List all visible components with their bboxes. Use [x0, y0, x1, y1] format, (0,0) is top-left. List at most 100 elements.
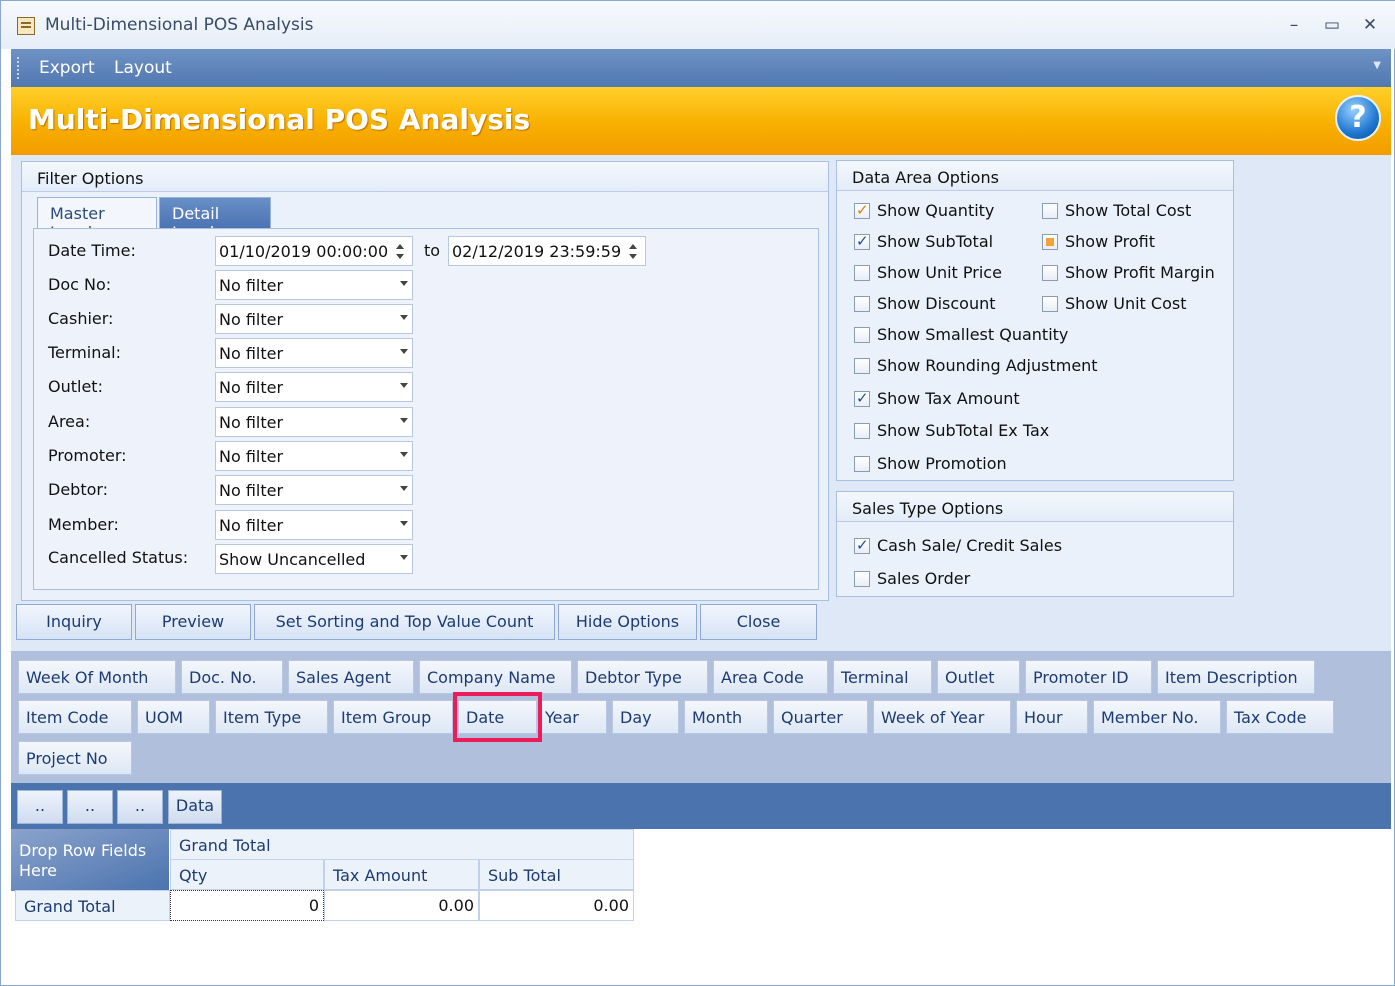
show-subtotal-ex-tax-checkbox[interactable]: [854, 423, 870, 439]
page-title: Multi-Dimensional POS Analysis: [28, 103, 531, 136]
show-tax-amount-label: Show Tax Amount: [877, 389, 1020, 408]
spin-down-icon[interactable]: [396, 254, 404, 259]
show-unit-price-checkbox[interactable]: [854, 265, 870, 281]
field-outlet[interactable]: Outlet: [937, 660, 1020, 694]
filter-field-placeholder[interactable]: ..: [67, 790, 113, 824]
field-company-name[interactable]: Company Name: [419, 660, 572, 694]
show-tax-amount-checkbox[interactable]: [854, 389, 870, 407]
sales-order-checkbox[interactable]: [854, 571, 870, 587]
promoter-filter[interactable]: No filter: [215, 441, 413, 471]
field-sales-agent[interactable]: Sales Agent: [288, 660, 414, 694]
inquiry-button[interactable]: Inquiry: [16, 604, 132, 640]
show-unit-cost-label: Show Unit Cost: [1065, 294, 1187, 313]
tab-master-level[interactable]: Master Level: [37, 197, 157, 242]
field-month[interactable]: Month: [684, 700, 768, 734]
field-debtor-type[interactable]: Debtor Type: [577, 660, 708, 694]
field-member-no[interactable]: Member No.: [1093, 700, 1221, 734]
show-subtotal-checkbox[interactable]: [854, 232, 870, 250]
chevron-down-icon[interactable]: [400, 555, 408, 560]
spin-up-icon[interactable]: [629, 244, 637, 249]
close-window-button[interactable]: ✕: [1359, 13, 1381, 37]
show-unit-cost-checkbox[interactable]: [1042, 296, 1058, 312]
date-time-label: Date Time:: [48, 241, 136, 260]
help-icon[interactable]: ?: [1335, 95, 1381, 141]
promoter-value: No filter: [219, 447, 284, 466]
doc-no-filter[interactable]: No filter: [215, 270, 413, 300]
outlet-label: Outlet:: [48, 377, 103, 396]
show-discount-checkbox[interactable]: [854, 296, 870, 312]
field-week-of-month[interactable]: Week Of Month: [18, 660, 176, 694]
grand-total-column-header: Grand Total: [170, 829, 634, 860]
field-uom[interactable]: UOM: [137, 700, 210, 734]
minimize-button[interactable]: –: [1283, 13, 1305, 37]
chevron-down-icon[interactable]: [400, 486, 408, 491]
tax-amount-cell[interactable]: 0.00: [324, 890, 479, 921]
spin-down-icon[interactable]: [629, 254, 637, 259]
field-day[interactable]: Day: [612, 700, 679, 734]
debtor-value: No filter: [219, 481, 284, 500]
date-from-field[interactable]: 01/10/2019 00:00:00: [215, 236, 413, 266]
show-smallest-quantity-checkbox[interactable]: [854, 327, 870, 343]
chevron-down-icon[interactable]: [400, 418, 408, 423]
field-terminal[interactable]: Terminal: [833, 660, 932, 694]
show-quantity-checkbox[interactable]: [854, 201, 870, 219]
row-fields-drop-area[interactable]: Drop Row Fields Here: [11, 829, 169, 891]
field-item-type[interactable]: Item Type: [215, 700, 328, 734]
toolbar-options-icon[interactable]: ▼: [1373, 60, 1381, 71]
qty-column-header[interactable]: Qty: [170, 859, 324, 890]
field-item-description[interactable]: Item Description: [1157, 660, 1315, 694]
chevron-down-icon[interactable]: [400, 383, 408, 388]
date-to-field[interactable]: 02/12/2019 23:59:59: [448, 236, 646, 266]
field-promoter-id[interactable]: Promoter ID: [1025, 660, 1152, 694]
cancelled-status-select[interactable]: Show Uncancelled: [215, 544, 413, 574]
field-tax-code[interactable]: Tax Code: [1226, 700, 1334, 734]
field-item-code[interactable]: Item Code: [18, 700, 132, 734]
cashier-filter[interactable]: No filter: [215, 304, 413, 334]
filter-field-placeholder[interactable]: ..: [117, 790, 163, 824]
terminal-filter[interactable]: No filter: [215, 338, 413, 368]
show-total-cost-checkbox[interactable]: [1042, 203, 1058, 219]
menu-export[interactable]: Export: [39, 58, 95, 78]
show-profit-checkbox[interactable]: [1042, 234, 1058, 250]
maximize-button[interactable]: ▭: [1321, 13, 1343, 37]
area-filter[interactable]: No filter: [215, 407, 413, 437]
filter-field-placeholder[interactable]: ..: [17, 790, 63, 824]
field-item-group[interactable]: Item Group: [333, 700, 453, 734]
chevron-down-icon[interactable]: [400, 521, 408, 526]
debtor-filter[interactable]: No filter: [215, 475, 413, 505]
chevron-down-icon[interactable]: [400, 281, 408, 286]
data-field-header[interactable]: Data: [168, 790, 222, 824]
qty-cell[interactable]: 0: [170, 890, 324, 921]
field-hour[interactable]: Hour: [1016, 700, 1088, 734]
area-label: Area:: [48, 412, 91, 431]
show-rounding-adjustment-checkbox[interactable]: [854, 358, 870, 374]
member-filter[interactable]: No filter: [215, 510, 413, 540]
debtor-label: Debtor:: [48, 480, 109, 499]
outlet-filter[interactable]: No filter: [215, 372, 413, 402]
show-promotion-checkbox[interactable]: [854, 456, 870, 472]
chevron-down-icon[interactable]: [400, 452, 408, 457]
chevron-down-icon[interactable]: [400, 349, 408, 354]
cancelled-status-label: Cancelled Status:: [48, 548, 189, 567]
set-sorting-button[interactable]: Set Sorting and Top Value Count: [254, 604, 555, 640]
toolbar-grip[interactable]: [17, 57, 20, 79]
field-quarter[interactable]: Quarter: [773, 700, 868, 734]
field-doc-no[interactable]: Doc. No.: [181, 660, 283, 694]
tax-amount-column-header[interactable]: Tax Amount: [324, 859, 479, 890]
preview-button[interactable]: Preview: [135, 604, 251, 640]
sub-total-column-header[interactable]: Sub Total: [479, 859, 634, 890]
date-to-label: to: [424, 241, 441, 260]
spin-up-icon[interactable]: [396, 244, 404, 249]
field-project-no[interactable]: Project No: [18, 741, 132, 775]
hide-options-button[interactable]: Hide Options: [558, 604, 697, 640]
field-area-code[interactable]: Area Code: [713, 660, 828, 694]
cash-credit-sales-checkbox[interactable]: [854, 536, 870, 554]
sub-total-cell[interactable]: 0.00: [479, 890, 634, 921]
tab-detail-level[interactable]: Detail Level: [159, 197, 271, 242]
chevron-down-icon[interactable]: [400, 315, 408, 320]
field-week-of-year[interactable]: Week of Year: [873, 700, 1011, 734]
menu-layout[interactable]: Layout: [114, 58, 172, 78]
close-button[interactable]: Close: [700, 604, 817, 640]
field-year[interactable]: Year: [537, 700, 607, 734]
show-profit-margin-checkbox[interactable]: [1042, 265, 1058, 281]
